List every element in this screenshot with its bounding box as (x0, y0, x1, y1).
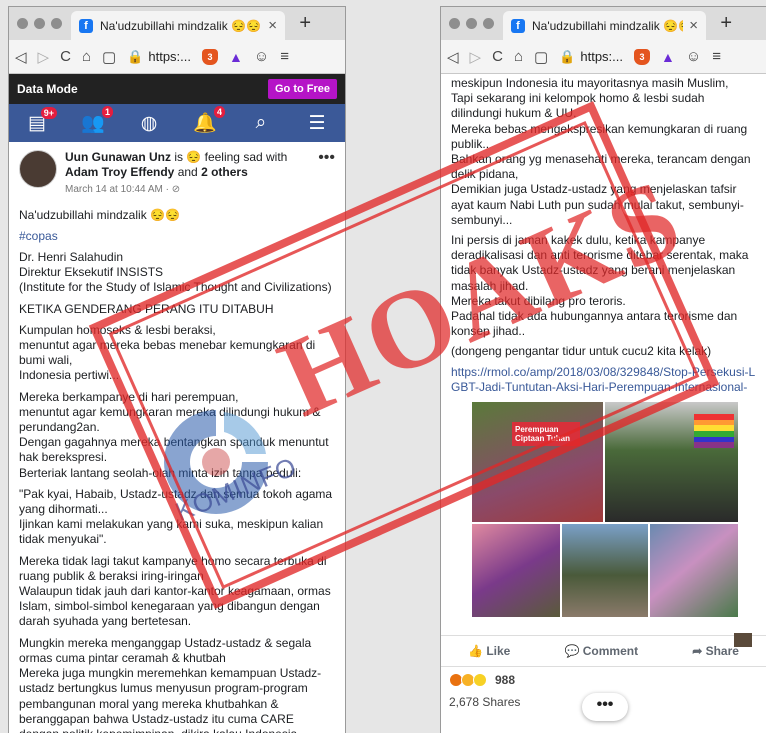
bookmark-icon[interactable]: ▢ (534, 48, 548, 66)
brave-rewards-icon[interactable]: ▲ (229, 49, 243, 65)
back-icon[interactable]: ◁ (447, 48, 459, 66)
close-tab-icon[interactable]: × (268, 17, 277, 34)
window-controls (449, 18, 494, 29)
comment-label: Comment (582, 644, 639, 659)
tab-bar: f Na'udzubillahi mindzalik 😔😔 # × + (441, 7, 766, 40)
facebook-favicon-icon: f (79, 18, 93, 33)
maximize-window-button[interactable] (51, 18, 62, 29)
close-window-button[interactable] (449, 18, 460, 29)
post-paragraph: Mungkin mereka menganggap Ustadz-ustadz … (19, 635, 322, 733)
post-header: Uun Gunawan Unz is 😔 feeling sad with Ad… (19, 150, 335, 198)
minimize-window-button[interactable] (466, 18, 477, 29)
home-icon[interactable]: ⌂ (514, 48, 523, 65)
tab-bar: f Na'udzubillahi mindzalik 😔😔 # × + (9, 7, 345, 40)
commenter-avatar[interactable] (734, 633, 752, 647)
home-icon[interactable]: ⌂ (82, 48, 91, 65)
feeling-text: is 😔 feeling sad with (174, 150, 288, 164)
menu-icon[interactable]: ≡ (712, 48, 721, 65)
go-to-free-button[interactable]: Go to Free (267, 79, 337, 99)
browser-tab[interactable]: f Na'udzubillahi mindzalik 😔😔 # × (71, 11, 285, 40)
post-author-block: Uun Gunawan Unz is 😔 feeling sad with Ad… (65, 150, 310, 198)
photo-march-2[interactable] (561, 523, 649, 619)
news-feed-icon[interactable]: ▤ 9+ (24, 106, 57, 135)
close-tab-icon[interactable]: × (689, 17, 698, 34)
post-actions: 👍 Like 💬 Comment ➦ Share (441, 635, 766, 666)
maximize-window-button[interactable] (483, 18, 494, 29)
share-button[interactable]: ➦ Share (692, 644, 739, 658)
others-link[interactable]: 2 others (201, 165, 248, 179)
minimize-window-button[interactable] (34, 18, 45, 29)
reload-icon[interactable]: C (60, 48, 71, 65)
sad-reaction-icon (473, 673, 487, 688)
lock-icon: 🔒 (559, 48, 576, 64)
search-icon[interactable]: ⌕ (248, 112, 274, 134)
photo-march-1[interactable] (471, 523, 561, 619)
browser-toolbar: ◁ ▷ C ⌂ ▢ 🔒 https:... 3 ▲ ☺ ≡ (441, 40, 766, 74)
notifications-badge: 4 (213, 106, 225, 118)
comment-button[interactable]: 💬 Comment (564, 644, 638, 658)
url-text: https:... (148, 49, 192, 64)
post-timestamp[interactable]: March 14 at 10:44 AM · ⊘ (65, 182, 310, 197)
brave-rewards-icon[interactable]: ▲ (661, 49, 675, 65)
brave-shield-icon[interactable]: 3 (202, 48, 219, 65)
tab-title: Na'udzubillahi mindzalik 😔😔 # (532, 18, 683, 33)
browser-tab[interactable]: f Na'udzubillahi mindzalik 😔😔 # × (503, 11, 706, 40)
facebook-nav-bar: ▤ 9+ 👥 1 ◍ 🔔 4 ⌕ ☰ (9, 104, 345, 142)
avatar[interactable] (19, 150, 57, 188)
messenger-icon[interactable]: ◍ (136, 112, 162, 135)
url-text: https:... (580, 49, 624, 64)
bookmark-icon[interactable]: ▢ (102, 48, 116, 66)
post-author[interactable]: Uun Gunawan Unz (65, 150, 171, 164)
home-badge: 9+ (40, 106, 57, 119)
photo-march-3[interactable] (649, 523, 739, 619)
reload-icon[interactable]: C (492, 48, 503, 65)
comment-icon: 💬 (564, 644, 583, 659)
notifications-bell-icon[interactable]: 🔔 4 (192, 106, 225, 135)
like-button[interactable]: 👍 Like (468, 644, 510, 658)
data-mode-bar: Data Mode Go to Free (9, 74, 345, 104)
reaction-summary[interactable]: 988 (441, 666, 766, 693)
brave-shield-icon[interactable]: 3 (634, 48, 651, 65)
thumbs-up-icon: 👍 (468, 644, 487, 659)
share-arrow-icon: ➦ (692, 644, 706, 659)
facebook-favicon-icon: f (511, 18, 525, 33)
rainbow-flag-icon (694, 414, 734, 449)
more-options-icon[interactable]: ••• (318, 150, 335, 198)
new-tab-button[interactable]: + (720, 12, 732, 35)
post-line: Na'udzubillahi mindzalik 😔😔 (19, 207, 180, 222)
address-bar[interactable]: 🔒 https:... (559, 49, 623, 65)
close-window-button[interactable] (17, 18, 28, 29)
data-mode-label: Data Mode (17, 82, 78, 96)
friend-requests-icon[interactable]: 👥 1 (80, 106, 113, 135)
more-button[interactable]: ••• (582, 693, 628, 721)
window-controls (17, 18, 62, 29)
like-label: Like (486, 644, 511, 659)
back-icon[interactable]: ◁ (15, 48, 27, 66)
new-tab-button[interactable]: + (299, 12, 311, 35)
tab-title: Na'udzubillahi mindzalik 😔😔 # (100, 18, 263, 33)
hamburger-menu-icon[interactable]: ☰ (304, 112, 330, 135)
profile-icon[interactable]: ☺ (686, 48, 701, 65)
forward-icon[interactable]: ▷ (470, 48, 482, 66)
and-text: and (177, 165, 198, 180)
lock-icon: 🔒 (127, 48, 144, 64)
friends-badge: 1 (101, 106, 113, 118)
address-bar[interactable]: 🔒 https:... (127, 49, 191, 65)
tagged-friend[interactable]: Adam Troy Effendy (65, 165, 174, 179)
reaction-count: 988 (495, 673, 516, 688)
profile-icon[interactable]: ☺ (254, 48, 269, 65)
browser-toolbar: ◁ ▷ C ⌂ ▢ 🔒 https:... 3 ▲ ☺ ≡ (9, 40, 345, 74)
menu-icon[interactable]: ≡ (280, 48, 289, 65)
forward-icon[interactable]: ▷ (38, 48, 50, 66)
